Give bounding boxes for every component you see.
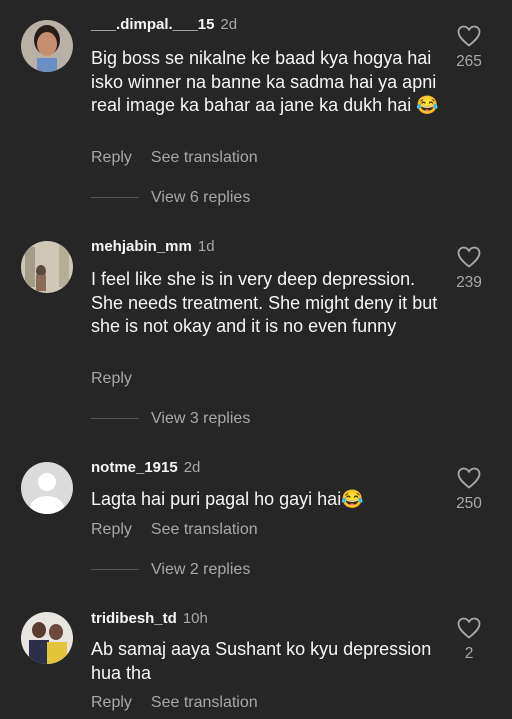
reply-button[interactable]: Reply: [91, 521, 132, 538]
comment-time: 10h: [182, 610, 208, 627]
profile-photo-icon: [21, 612, 73, 664]
username[interactable]: mehjabin_mm: [91, 238, 192, 255]
view-replies-button[interactable]: View 2 replies: [91, 561, 250, 579]
avatar[interactable]: [21, 462, 73, 514]
profile-photo-icon: [21, 20, 73, 72]
reply-button[interactable]: Reply: [91, 370, 132, 387]
see-translation-button[interactable]: See translation: [151, 521, 258, 538]
heart-outline-icon[interactable]: [457, 246, 481, 268]
avatar[interactable]: [21, 612, 73, 664]
avatar[interactable]: [21, 20, 73, 72]
default-avatar-icon: [21, 462, 73, 514]
heart-outline-icon[interactable]: [457, 467, 481, 489]
view-replies-button[interactable]: View 3 replies: [91, 410, 250, 428]
like-count: 265: [456, 53, 482, 70]
reply-button[interactable]: Reply: [91, 694, 132, 711]
reply-button[interactable]: Reply: [91, 149, 132, 166]
like-count: 250: [456, 495, 482, 512]
comment-time: 2d: [183, 459, 201, 476]
username[interactable]: notme_1915: [91, 459, 178, 476]
comment-text: Ab samaj aaya Sushant ko kyu depression …: [91, 639, 432, 683]
replies-divider: [91, 197, 139, 199]
comment-text: I feel like she is in very deep depressi…: [91, 269, 438, 336]
avatar[interactable]: [21, 241, 73, 293]
comment-time: 1d: [197, 238, 215, 255]
comment-time: 2d: [220, 16, 238, 33]
username[interactable]: tridibesh_td: [91, 610, 177, 627]
heart-outline-icon[interactable]: [457, 25, 481, 47]
view-replies-label: View 3 replies: [151, 410, 251, 427]
see-translation-button[interactable]: See translation: [151, 149, 258, 166]
see-translation-button[interactable]: See translation: [151, 694, 258, 711]
heart-outline-icon[interactable]: [457, 617, 481, 639]
view-replies-button[interactable]: View 6 replies: [91, 189, 250, 207]
replies-divider: [91, 418, 139, 420]
view-replies-label: View 6 replies: [151, 189, 251, 206]
like-count: 2: [464, 645, 474, 662]
comment-text: Lagta hai puri pagal ho gayi hai😂: [91, 489, 364, 509]
profile-photo-icon: [21, 241, 73, 293]
replies-divider: [91, 569, 139, 571]
username[interactable]: ___.dimpal.___15: [91, 16, 214, 33]
like-count: 239: [456, 274, 482, 291]
comment-text: Big boss se nikalne ke baad kya hogya ha…: [91, 48, 439, 115]
view-replies-label: View 2 replies: [151, 561, 251, 578]
